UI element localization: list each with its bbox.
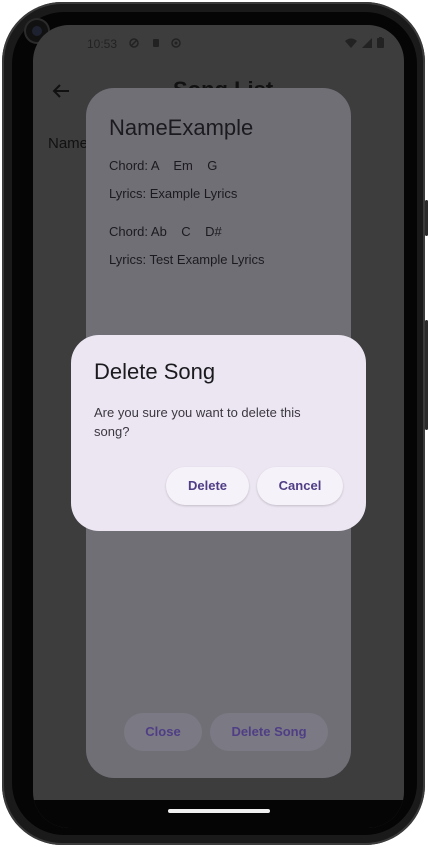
dialog-message: Are you sure you want to delete this son…: [94, 405, 301, 439]
shield-icon: [129, 38, 139, 48]
power-button: [425, 320, 428, 430]
delete-song-button[interactable]: Delete Song: [210, 713, 328, 751]
song-title: NameExample: [109, 115, 254, 140]
arrow-back-icon: [52, 84, 69, 98]
status-time: 10:53: [87, 37, 118, 51]
wifi-icon: [345, 38, 357, 48]
screen: 10:53 Song List Name NameExample Chord: …: [33, 25, 404, 828]
home-gesture-handle[interactable]: [168, 809, 270, 813]
dialog-title: Delete Song: [94, 359, 216, 384]
gesture-nav-bar: [33, 800, 404, 828]
lyrics-line: Lyrics: Example Lyrics: [109, 186, 238, 201]
close-button[interactable]: Close: [124, 713, 202, 751]
delete-song-dialog: Delete Song Are you sure you want to del…: [71, 335, 366, 531]
battery-icon: [377, 37, 384, 48]
chord-line: Chord: A Em G: [109, 158, 218, 173]
chord-line: Chord: Ab C D#: [109, 224, 222, 239]
signal-icon: [362, 37, 372, 48]
back-button[interactable]: [50, 80, 74, 104]
list-item-name[interactable]: Name: [48, 135, 88, 152]
cancel-button[interactable]: Cancel: [257, 467, 343, 505]
sim-icon: [153, 39, 159, 47]
face-icon: [171, 38, 181, 48]
delete-button[interactable]: Delete: [166, 467, 249, 505]
lyrics-line: Lyrics: Test Example Lyrics: [109, 252, 265, 267]
status-bar: 10:53: [33, 33, 404, 55]
volume-button: [425, 200, 428, 236]
status-right-icons: [345, 37, 384, 48]
